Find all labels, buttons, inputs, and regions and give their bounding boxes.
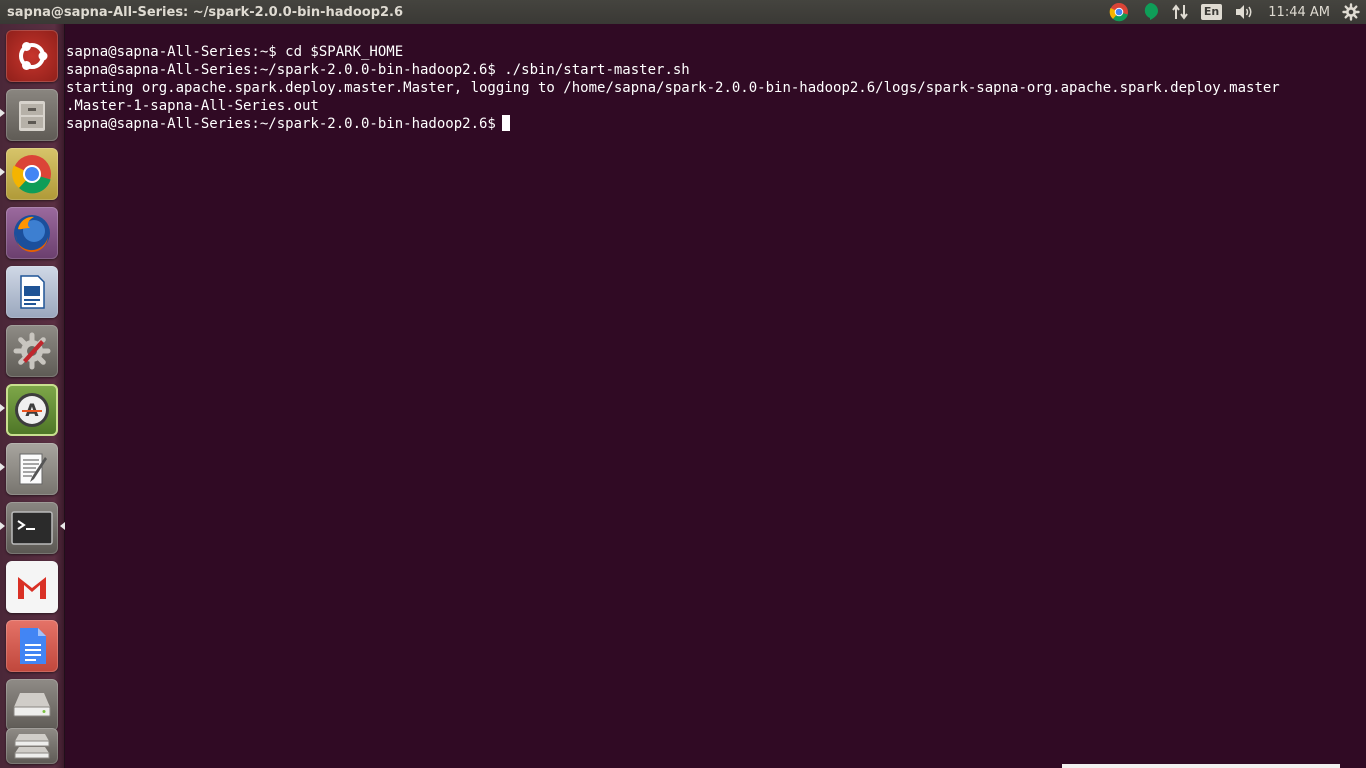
launcher-chrome[interactable]: [6, 148, 58, 200]
language-label: En: [1200, 4, 1223, 20]
hard-disk-icon: [13, 693, 51, 717]
text-editor-icon: [19, 453, 47, 485]
indicator-area: En 11:44 AM: [1097, 0, 1366, 24]
window-title: sapna@sapna-All-Series: ~/spark-2.0.0-bi…: [7, 4, 404, 20]
launcher-firefox[interactable]: [6, 207, 58, 259]
files-cabinet-icon: [19, 101, 45, 131]
terminal-line: sapna@sapna-All-Series:~/spark-2.0.0-bin…: [66, 62, 690, 78]
ubuntu-logo-icon: [19, 42, 48, 70]
unity-launcher: A: [0, 24, 65, 768]
clock[interactable]: 11:44 AM: [1268, 5, 1330, 20]
text-cursor: [501, 115, 510, 131]
stacked-drives-icon: [14, 734, 50, 759]
launcher-system-settings[interactable]: [6, 325, 58, 377]
terminal-window[interactable]: sapna@sapna-All-Series:~$ cd $SPARK_HOME…: [66, 24, 1366, 768]
terminal-icon: [11, 511, 53, 545]
focused-indicator: [60, 522, 65, 530]
terminal-prompt: sapna@sapna-All-Series:~/spark-2.0.0-bin…: [66, 116, 496, 132]
launcher-gmail[interactable]: [6, 561, 58, 613]
top-panel: sapna@sapna-All-Series: ~/spark-2.0.0-bi…: [0, 0, 1366, 24]
terminal-line: sapna@sapna-All-Series:~$ cd $SPARK_HOME: [66, 44, 404, 60]
settings-wrench-icon: [13, 332, 51, 370]
network-icon[interactable]: [1171, 0, 1189, 24]
chrome-indicator-icon[interactable]: [1109, 0, 1129, 24]
launcher-google-docs[interactable]: [6, 620, 58, 672]
running-indicator: [0, 168, 5, 176]
session-gear-icon[interactable]: [1342, 0, 1360, 24]
launcher-libreoffice-writer[interactable]: [6, 266, 58, 318]
volume-icon[interactable]: [1234, 0, 1254, 24]
hangouts-indicator-icon[interactable]: [1141, 0, 1159, 24]
running-indicator: [0, 109, 5, 117]
launcher-software-updater[interactable]: A: [6, 384, 58, 436]
launcher-terminal[interactable]: [6, 502, 58, 554]
prompt-line: sapna@sapna-All-Series:~/spark-2.0.0-bin…: [66, 115, 1366, 133]
firefox-icon: [14, 215, 50, 253]
running-indicator: [0, 463, 5, 471]
gmail-icon: [18, 577, 46, 599]
google-docs-icon: [20, 628, 46, 664]
notification-edge: [1062, 764, 1340, 768]
chrome-icon: [12, 155, 51, 194]
launcher-files[interactable]: [6, 89, 58, 141]
terminal-line: .Master-1-sapna-All-Series.out: [66, 98, 319, 114]
launcher-text-editor[interactable]: [6, 443, 58, 495]
running-indicator: [0, 404, 5, 412]
running-indicator: [0, 522, 5, 530]
keyboard-layout-indicator[interactable]: En: [1200, 0, 1223, 24]
terminal-line: starting org.apache.spark.deploy.master.…: [66, 80, 1280, 96]
launcher-disk-drive[interactable]: [6, 679, 58, 731]
dash-home-button[interactable]: [6, 30, 58, 82]
launcher-trash[interactable]: [6, 728, 58, 764]
writer-document-icon: [20, 275, 45, 309]
software-updater-icon: A: [15, 393, 49, 427]
